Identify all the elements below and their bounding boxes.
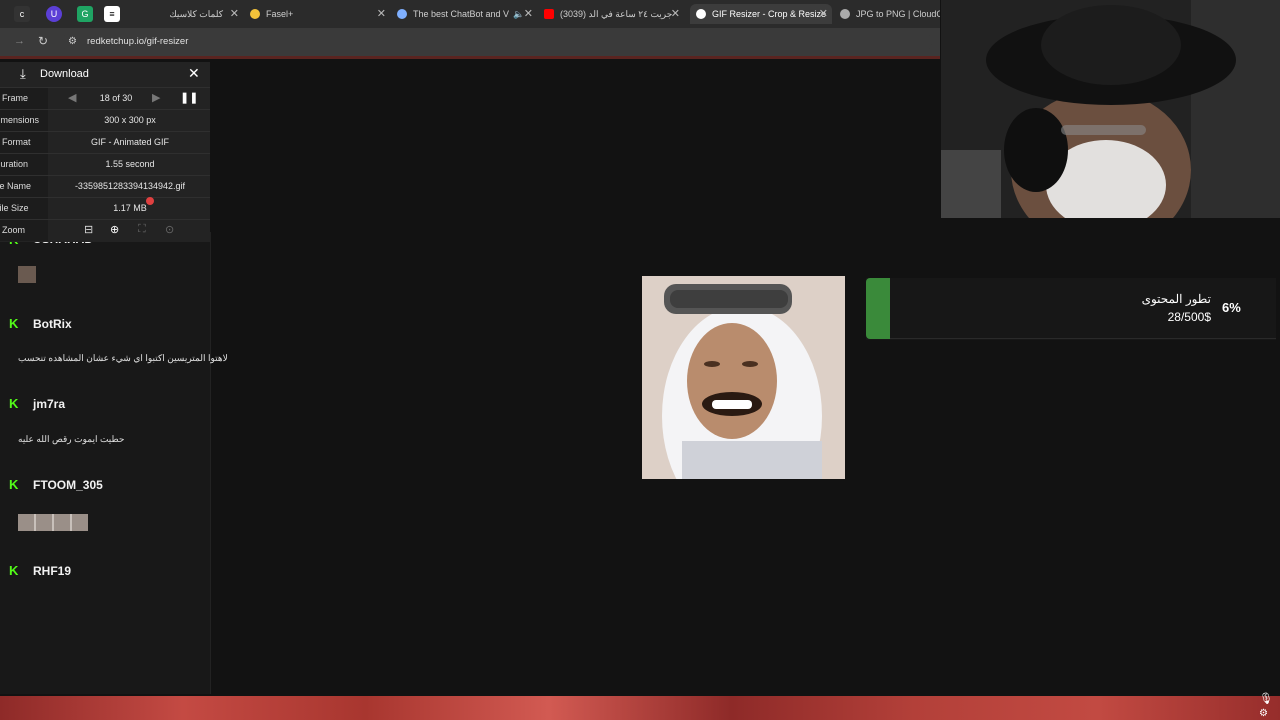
page-top-accent <box>0 56 940 59</box>
chat-username: FTOOM_305 <box>33 478 103 492</box>
pinned-tab-icon[interactable]: ≡ <box>104 6 120 22</box>
tab-close-icon[interactable]: ✕ <box>671 7 680 20</box>
webcam-overlay <box>941 0 1280 218</box>
url-text: redketchup.io/gif-resizer <box>87 36 189 47</box>
tab-favicon-icon <box>840 9 850 19</box>
chat-text: لاهتوا المتريسين اكتبوا اي شيء عشان المش… <box>18 353 228 363</box>
duration-value: 1.55 second <box>105 159 155 169</box>
format-label: Format <box>2 137 31 147</box>
zoom-out-icon[interactable]: ⊟ <box>84 223 93 236</box>
settings-icon: ⚙ <box>1259 708 1268 719</box>
format-row: Format GIF - Animated GIF <box>0 131 210 153</box>
kick-logo-icon: K <box>9 563 19 578</box>
tab-favicon-icon <box>397 9 407 19</box>
tab-label: JPG to PNG | CloudCon <box>856 9 940 19</box>
pinned-tab-icon[interactable]: U <box>46 6 62 22</box>
tab-label: Fasel+ <box>266 9 294 19</box>
kick-logo-icon: K <box>9 477 19 492</box>
browser-tab[interactable]: JPG to PNG | CloudCon <box>840 4 940 24</box>
chat-username: jm7ra <box>33 397 66 411</box>
download-panel-title: Download <box>40 68 89 80</box>
goal-title: تطور المحتوى <box>1141 292 1211 306</box>
frame-row: Frame ◀ 18 of 30 ▶ ❚❚ <box>0 87 210 109</box>
browser-tab-bar: c U G ≡ كلمات كلاسيك ✕ Fasel+ ✕ The best… <box>0 0 940 28</box>
prev-frame-icon[interactable]: ◀ <box>68 91 76 104</box>
pinned-tab-icon[interactable]: c <box>14 6 30 22</box>
duration-row: Duration 1.55 second <box>0 153 210 175</box>
tab-close-icon[interactable]: ✕ <box>230 7 239 20</box>
browser-tab[interactable]: كلمات كلاسيك ✕ <box>128 4 243 24</box>
download-panel: ⤓ Download ✕ Frame ◀ 18 of 30 ▶ ❚❚ Dimen… <box>0 62 210 242</box>
site-info-icon[interactable]: ⚙ <box>68 33 77 51</box>
speaker-icon: 🔈 <box>513 8 525 19</box>
pinned-tab-icon[interactable]: G <box>77 6 93 22</box>
youtube-icon <box>544 9 554 19</box>
tab-label: The best ChatBot and V <box>413 9 510 19</box>
goal-progress-fill <box>866 278 890 339</box>
browser-toolbar: → ↻ ⚙ redketchup.io/gif-resizer <box>0 28 940 56</box>
pause-icon[interactable]: ❚❚ <box>180 91 198 104</box>
dimensions-label: Dimensions <box>0 115 40 125</box>
goal-amount: 28/500$ <box>1167 310 1211 324</box>
dimensions-row: Dimensions 300 x 300 px <box>0 109 210 131</box>
zoom-row: Zoom ⊟ ⊕ ⛶ ⊙ <box>0 219 210 241</box>
filename-value: -3359851283394134942.gif <box>74 181 186 191</box>
browser-tab[interactable]: (3039) جريت ٢٤ ساعة في الد ✕ <box>544 4 684 24</box>
filesize-row: File Size 1.17 MB <box>0 197 210 219</box>
goal-card-divider <box>890 338 1276 339</box>
kick-logo-icon: K <box>9 316 19 331</box>
tab-close-icon[interactable]: ✕ <box>819 7 828 20</box>
browser-tab[interactable]: The best ChatBot and V 🔈 ✕ <box>397 4 537 24</box>
goal-percent: 6% <box>1222 300 1241 315</box>
zoom-in-icon[interactable]: ⊕ <box>110 223 119 236</box>
format-value: GIF - Animated GIF <box>90 137 170 147</box>
dimensions-value: 300 x 300 px <box>104 115 156 125</box>
frame-label: Frame <box>2 93 29 103</box>
chat-username: RHF19 <box>33 564 72 578</box>
filesize-label: File Size <box>0 203 29 213</box>
frame-value: 18 of 30 <box>99 93 133 103</box>
stream-chat: K USHAHAD K BotRix لاهتوا المتريسين اكتب… <box>0 232 228 694</box>
filesize-value: 1.17 MB <box>113 203 147 213</box>
microphone-icon: 🎙 <box>1259 693 1273 705</box>
tab-favicon-icon <box>250 9 260 19</box>
download-icon: ⤓ <box>20 66 26 81</box>
browser-tab-active[interactable]: GIF Resizer - Crop & Resize ✕ <box>690 4 832 24</box>
gif-preview[interactable] <box>642 276 845 479</box>
kick-logo-icon: K <box>9 396 19 411</box>
zoom-reset-icon[interactable]: ⊙ <box>165 223 174 236</box>
browser-tab[interactable]: Fasel+ ✕ <box>250 4 390 24</box>
address-bar[interactable]: ⚙ redketchup.io/gif-resizer <box>62 33 932 51</box>
tab-label: GIF Resizer - Crop & Resize <box>712 9 827 19</box>
zoom-label: Zoom <box>2 225 26 235</box>
chat-text: حطيت ايموت رقص الله عليه <box>18 434 125 444</box>
tab-label: (3039) جريت ٢٤ ساعة في الد <box>560 8 673 19</box>
chat-emote-row <box>18 514 88 531</box>
close-icon[interactable]: ✕ <box>188 65 200 82</box>
fit-screen-icon[interactable]: ⛶ <box>138 223 146 236</box>
chat-username: BotRix <box>33 317 72 331</box>
tab-close-icon[interactable]: ✕ <box>524 7 533 20</box>
gif-frame-image <box>642 276 845 479</box>
filename-row: File Name -3359851283394134942.gif <box>0 175 210 197</box>
tab-close-icon[interactable]: ✕ <box>377 7 386 20</box>
donation-goal-card: تطور المحتوى 28/500$ 6% <box>866 278 1276 340</box>
next-frame-icon[interactable]: ▶ <box>152 91 160 104</box>
forward-arrow-icon[interactable]: → <box>14 35 25 47</box>
filename-label: File Name <box>0 181 32 191</box>
tab-favicon-icon <box>696 9 706 19</box>
reload-icon[interactable]: ↻ <box>38 34 48 48</box>
bottom-decorative-strip: 🎙 ⚙ <box>0 693 1280 720</box>
duration-label: Duration <box>0 159 29 169</box>
download-panel-header: ⤓ Download ✕ <box>0 62 210 86</box>
cursor-indicator-icon <box>146 197 154 205</box>
chat-emote <box>18 266 36 283</box>
streamer-webcam-image <box>941 0 1280 218</box>
tab-label: كلمات كلاسيك <box>169 8 223 19</box>
